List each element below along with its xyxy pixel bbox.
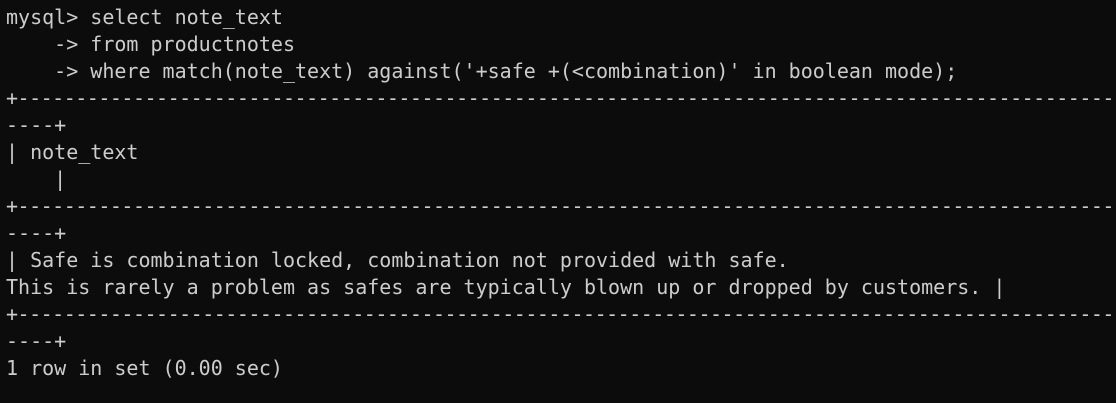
command-line-prompt: mysql> select note_text [6,5,283,29]
table-border-line: +---------------------------------------… [6,86,1116,110]
table-border-wrap: ----+ [6,113,67,137]
result-summary: 1 row in set (0.00 sec) [6,356,283,380]
table-row-wrap: This is rarely a problem as safes are ty… [6,275,1006,299]
table-row: | Safe is combination locked, combinatio… [6,248,789,272]
command-continuation-line: -> where match(note_text) against('+safe… [6,59,958,83]
table-border-wrap: ----+ [6,329,67,353]
table-header-wrap: | [6,167,67,191]
table-header: | note_text [6,140,139,164]
table-border-line: +---------------------------------------… [6,302,1116,326]
terminal-window[interactable]: mysql> select note_text -> from productn… [0,0,1116,403]
command-continuation-line: -> from productnotes [6,32,295,56]
table-border-wrap: ----+ [6,221,67,245]
table-border-line: +---------------------------------------… [6,194,1116,218]
